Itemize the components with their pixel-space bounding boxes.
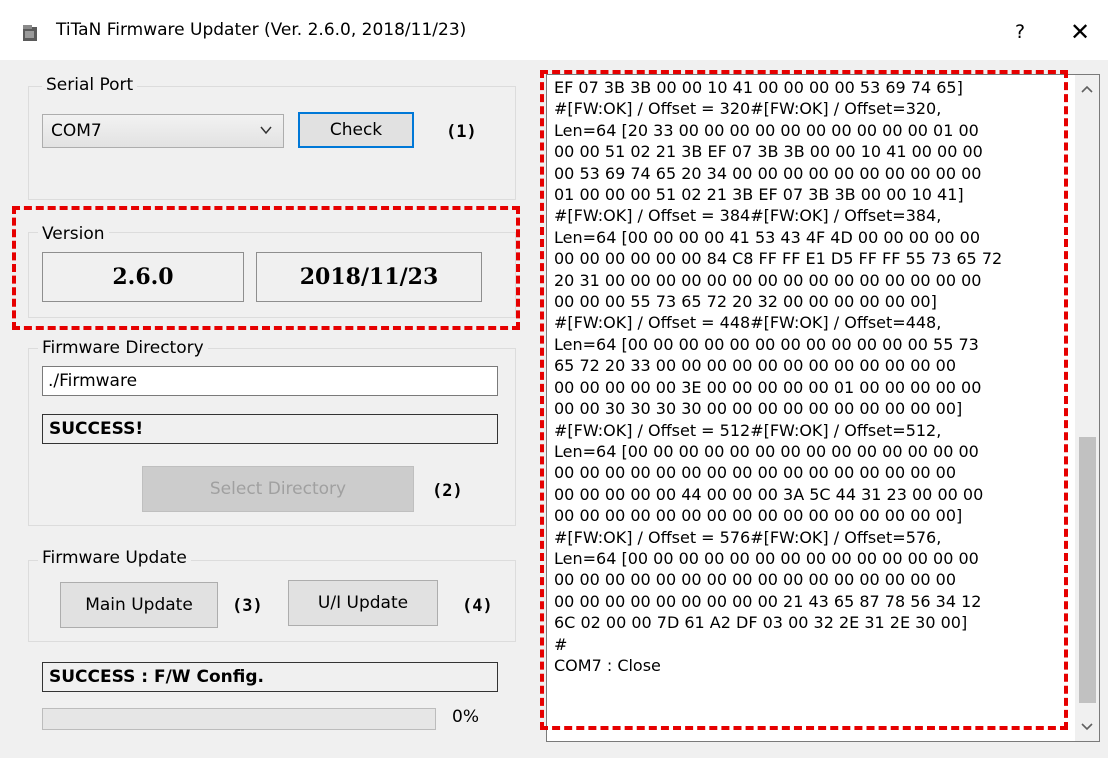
version-highlight bbox=[12, 206, 520, 330]
firmware-directory-field[interactable]: ./Firmware bbox=[42, 366, 498, 396]
progress-bar bbox=[42, 708, 436, 730]
serial-port-label: Serial Port bbox=[42, 75, 138, 95]
scroll-thumb[interactable] bbox=[1079, 437, 1096, 703]
firmware-update-label: Firmware Update bbox=[38, 548, 191, 568]
main-update-label: Main Update bbox=[85, 595, 193, 615]
step-1-marker: (1) bbox=[446, 122, 477, 142]
serial-port-select[interactable]: COM7 bbox=[42, 114, 284, 148]
step-3-marker: (3) bbox=[232, 596, 263, 616]
scroll-down-icon[interactable] bbox=[1077, 719, 1097, 735]
select-directory-button[interactable]: Select Directory bbox=[142, 466, 414, 512]
main-update-button[interactable]: Main Update bbox=[60, 582, 218, 628]
firmware-updater-window: TiTaN Firmware Updater (Ver. 2.6.0, 2018… bbox=[0, 0, 1108, 758]
window-title: TiTaN Firmware Updater (Ver. 2.6.0, 2018… bbox=[56, 20, 467, 40]
log-scrollbar[interactable] bbox=[1075, 75, 1099, 741]
update-status: SUCCESS : F/W Config. bbox=[42, 662, 498, 692]
help-button[interactable]: ? bbox=[1000, 14, 1040, 50]
chevron-down-icon bbox=[260, 126, 272, 135]
ui-update-label: U/I Update bbox=[317, 593, 409, 613]
serial-port-value: COM7 bbox=[51, 121, 102, 141]
progress-percent: 0% bbox=[452, 707, 479, 727]
close-button[interactable]: ✕ bbox=[1060, 14, 1100, 50]
ui-update-button[interactable]: U/I Update bbox=[288, 580, 438, 626]
select-directory-label: Select Directory bbox=[209, 479, 347, 499]
check-button[interactable]: Check bbox=[298, 112, 414, 148]
log-highlight bbox=[540, 70, 1068, 730]
step-4-marker: (4) bbox=[462, 596, 493, 616]
step-2-marker: (2) bbox=[432, 481, 463, 501]
scroll-up-icon[interactable] bbox=[1077, 81, 1097, 97]
firmware-directory-label: Firmware Directory bbox=[38, 338, 208, 358]
check-button-label: Check bbox=[329, 120, 383, 140]
directory-status: SUCCESS! bbox=[42, 414, 498, 444]
app-icon bbox=[23, 25, 37, 41]
title-bar[interactable]: TiTaN Firmware Updater (Ver. 2.6.0, 2018… bbox=[0, 0, 1108, 60]
